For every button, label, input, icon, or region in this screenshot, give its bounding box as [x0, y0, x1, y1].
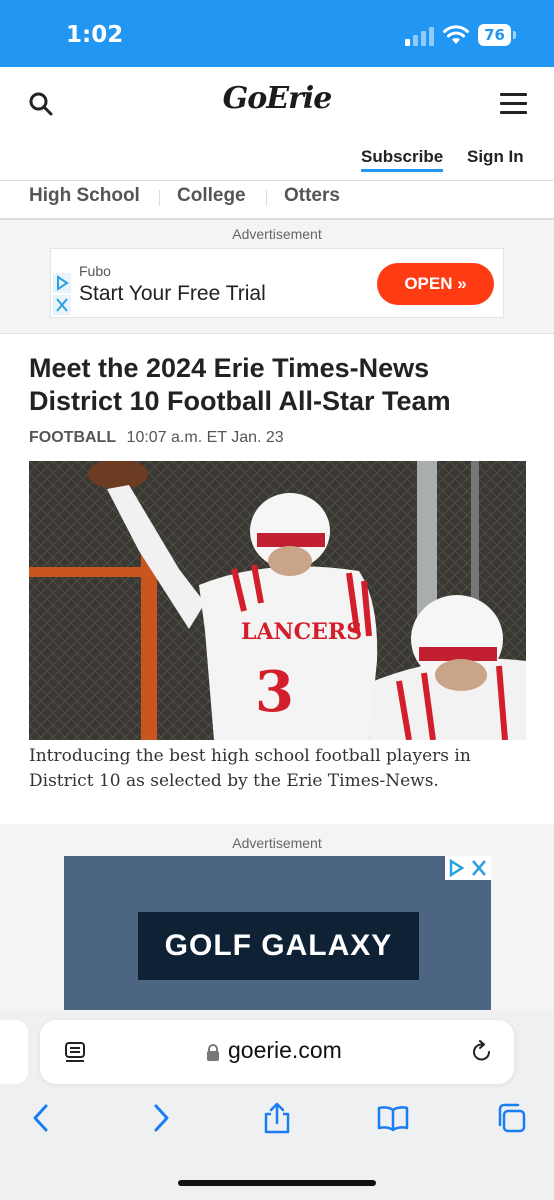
- lock-icon: [207, 1044, 219, 1061]
- ad-banner-top: Advertisement Fubo Start Your Free Trial…: [0, 220, 554, 334]
- battery-level: 76: [478, 24, 511, 46]
- adchoices-icon[interactable]: [445, 856, 491, 880]
- status-time: 1:02: [66, 22, 124, 48]
- wifi-icon: [443, 25, 469, 44]
- address-bar[interactable]: goerie.com: [40, 1020, 514, 1084]
- svg-text:3: 3: [255, 659, 294, 725]
- status-bar: 1:02 76: [0, 0, 554, 67]
- ad-label: Advertisement: [232, 226, 322, 242]
- nav-item-high-school[interactable]: High School: [29, 185, 140, 207]
- article-category[interactable]: FOOTBALL: [29, 429, 116, 446]
- ad-label: Advertisement: [232, 835, 322, 851]
- site-header: GoErie Subscribe Sign In: [0, 67, 554, 180]
- article-headline[interactable]: Meet the 2024 Erie Times-News District 1…: [29, 352, 509, 418]
- article-card[interactable]: Meet the 2024 Erie Times-News District 1…: [0, 334, 554, 824]
- ad-brand-logo: GOLF GALAXY: [138, 912, 419, 980]
- ad-open-button[interactable]: OPEN »: [377, 263, 494, 305]
- nav-item-college[interactable]: College: [177, 185, 246, 207]
- ad-brand: Fubo: [79, 263, 111, 279]
- golf-galaxy-ad[interactable]: GOLF GALAXY: [64, 856, 491, 1016]
- ad-headline: Start Your Free Trial: [79, 282, 266, 305]
- search-icon[interactable]: [28, 91, 54, 117]
- adchoices-icon[interactable]: [53, 273, 71, 315]
- ad-banner-bottom: Advertisement GOLF GALAXY: [0, 824, 554, 1016]
- article-timestamp: 10:07 a.m. ET Jan. 23: [126, 429, 284, 446]
- subscribe-link[interactable]: Subscribe: [361, 147, 444, 172]
- forward-icon[interactable]: [144, 1102, 176, 1134]
- bookmarks-icon[interactable]: [377, 1102, 409, 1134]
- nav-item-otters[interactable]: Otters: [284, 185, 340, 207]
- football-photo-illustration: LANCERS 3: [29, 461, 526, 740]
- sign-in-link[interactable]: Sign In: [467, 147, 524, 167]
- share-icon[interactable]: [261, 1102, 293, 1134]
- hamburger-menu-icon[interactable]: [500, 93, 528, 115]
- home-indicator[interactable]: [178, 1180, 376, 1186]
- battery-indicator: 76: [478, 24, 516, 46]
- article-photo[interactable]: LANCERS 3: [29, 461, 526, 740]
- article-meta: FOOTBALL 10:07 a.m. ET Jan. 23: [29, 429, 284, 447]
- reader-mode-icon[interactable]: [64, 1042, 86, 1064]
- reload-icon[interactable]: [470, 1040, 494, 1064]
- fubo-ad[interactable]: Fubo Start Your Free Trial OPEN »: [50, 248, 504, 318]
- cellular-signal-icon: [405, 27, 434, 46]
- tabs-icon[interactable]: [495, 1102, 527, 1134]
- previous-tab-preview[interactable]: [0, 1020, 28, 1084]
- back-icon[interactable]: [26, 1102, 58, 1134]
- url-text[interactable]: goerie.com: [228, 1037, 342, 1064]
- article-caption: Introducing the best high school footbal…: [29, 746, 471, 791]
- jersey-text: LANCERS: [241, 619, 362, 645]
- site-logo[interactable]: GoErie: [210, 81, 344, 125]
- browser-toolbar: goerie.com: [0, 1010, 554, 1200]
- section-nav: High School College Otters: [0, 180, 554, 220]
